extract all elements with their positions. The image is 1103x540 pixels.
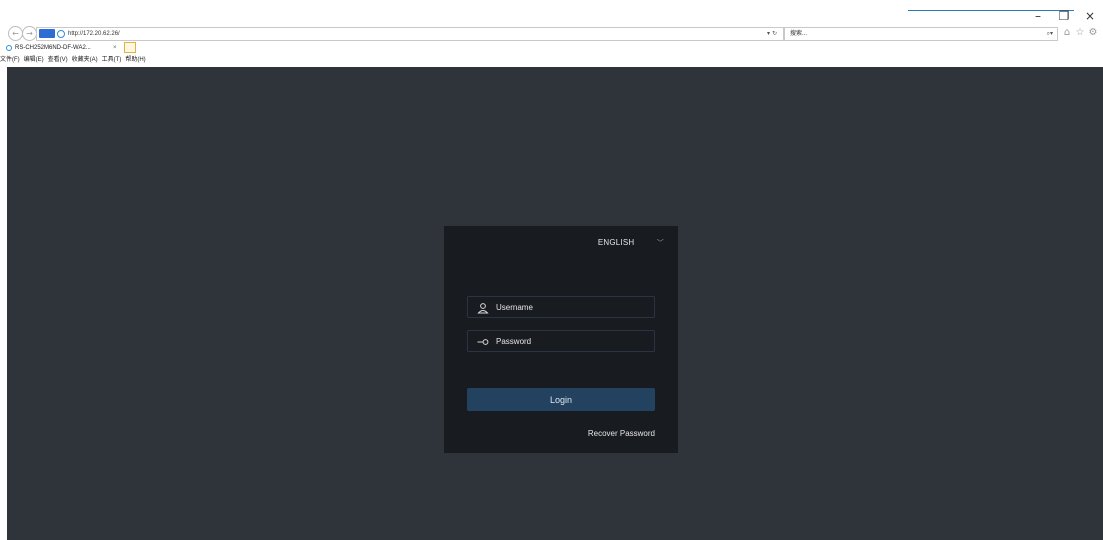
navigation-bar: ← → http://172.20.62.26/ ▾ ↻ 搜索... ⌕▾ ⌂ … xyxy=(0,26,1103,41)
favorites-star-icon[interactable]: ☆ xyxy=(1075,28,1085,38)
window-controls: – ❐ × xyxy=(1025,6,1103,26)
tab-active[interactable]: RS-CH252M6ND-DF-WA2... × xyxy=(6,42,136,54)
restore-button[interactable]: ❐ xyxy=(1051,6,1077,26)
login-button[interactable]: Login xyxy=(467,388,655,411)
login-panel: ENGLISH ﹀ Login Recover Password xyxy=(444,226,678,453)
menu-tools[interactable]: 工具(T) xyxy=(102,55,122,66)
menu-edit[interactable]: 编辑(E) xyxy=(24,55,44,66)
menu-help[interactable]: 帮助(H) xyxy=(125,55,145,66)
username-input[interactable] xyxy=(496,297,646,317)
address-url: http://172.20.62.26/ xyxy=(68,31,120,37)
home-icon[interactable]: ⌂ xyxy=(1062,28,1072,38)
password-input[interactable] xyxy=(496,331,646,351)
search-box[interactable]: 搜索... ⌕▾ xyxy=(784,27,1058,41)
refresh-icon[interactable]: ▾ ↻ xyxy=(767,28,777,40)
tab-close-icon[interactable]: × xyxy=(113,42,117,54)
gear-icon[interactable]: ⚙ xyxy=(1088,28,1098,38)
key-icon xyxy=(477,339,489,345)
forward-button[interactable]: → xyxy=(22,26,37,41)
page-content: ENGLISH ﹀ Login Recover Password xyxy=(7,67,1103,540)
ie-icon xyxy=(57,30,65,38)
tab-title: RS-CH252M6ND-DF-WA2... xyxy=(15,45,91,51)
menu-file[interactable]: 文件(F) xyxy=(0,55,20,66)
ie-favicon-icon xyxy=(6,45,12,51)
menu-view[interactable]: 查看(V) xyxy=(48,55,68,66)
language-selector[interactable]: ENGLISH ﹀ xyxy=(598,238,664,248)
password-field xyxy=(467,330,655,352)
address-bar[interactable]: http://172.20.62.26/ ▾ ↻ xyxy=(36,27,784,41)
close-window-button[interactable]: × xyxy=(1077,6,1103,26)
tab-bar: RS-CH252M6ND-DF-WA2... × xyxy=(0,42,1103,55)
minimize-button[interactable]: – xyxy=(1025,6,1051,26)
user-icon xyxy=(477,303,489,314)
site-icon xyxy=(39,29,55,38)
back-button[interactable]: ← xyxy=(8,26,23,41)
menu-bar: 文件(F) 编辑(E) 查看(V) 收藏夹(A) 工具(T) 帮助(H) xyxy=(0,55,1103,66)
username-field xyxy=(467,296,655,318)
new-tab-button[interactable] xyxy=(124,42,136,53)
browser-chrome: – ❐ × ← → http://172.20.62.26/ ▾ ↻ 搜索...… xyxy=(0,0,1103,66)
language-label: ENGLISH xyxy=(597,238,635,247)
search-icon[interactable]: ⌕▾ xyxy=(1047,28,1053,40)
chevron-down-icon: ﹀ xyxy=(656,239,664,247)
search-placeholder: 搜索... xyxy=(790,31,808,37)
recover-password-link[interactable]: Recover Password xyxy=(588,429,655,438)
menu-favorites[interactable]: 收藏夹(A) xyxy=(72,55,98,66)
